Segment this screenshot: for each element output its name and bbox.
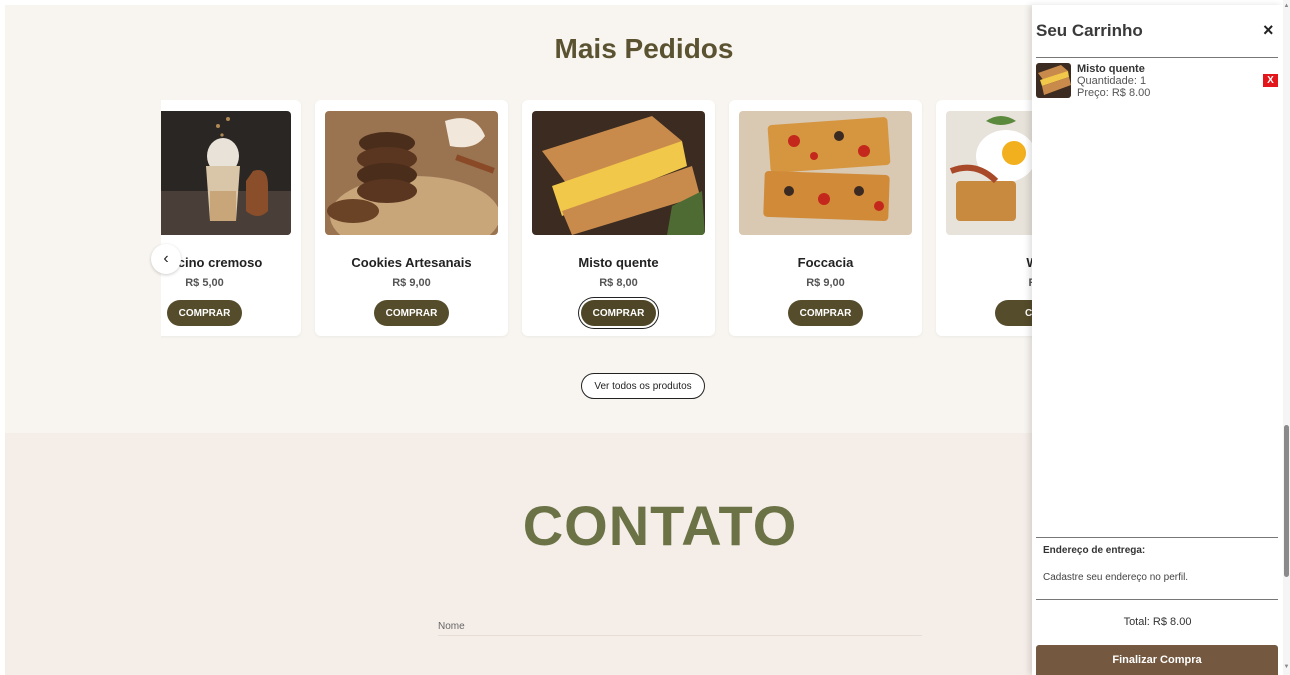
cart-item-name: Misto quente bbox=[1077, 63, 1145, 75]
cart-item-price: Preço: R$ 8.00 bbox=[1077, 87, 1151, 99]
cart-total: Total: R$ 8.00 bbox=[1123, 616, 1192, 628]
product-price: R$ 5,00 bbox=[185, 277, 224, 289]
checkout-button[interactable]: Finalizar Compra bbox=[1036, 645, 1278, 675]
product-name: W bbox=[1026, 255, 1033, 270]
scrollbar[interactable]: ▲ ▼ bbox=[1283, 0, 1290, 675]
product-image-foccacia bbox=[739, 111, 912, 235]
product-image-cappuccino bbox=[161, 111, 291, 235]
cart-item-thumbnail bbox=[1036, 63, 1071, 98]
remove-item-button[interactable]: X bbox=[1263, 74, 1278, 87]
product-name: Misto quente bbox=[578, 255, 659, 270]
close-icon[interactable]: × bbox=[1263, 20, 1274, 41]
product-card: Misto quente R$ 8,00 COMPRAR bbox=[522, 100, 715, 336]
product-card: ppuccino cremoso R$ 5,00 COMPRAR bbox=[161, 100, 301, 336]
product-card: Cookies Artesanais R$ 9,00 COMPRAR bbox=[315, 100, 508, 336]
product-image-misto-quente bbox=[532, 111, 705, 235]
buy-button[interactable]: CO bbox=[995, 300, 1033, 326]
name-field-label: Nome bbox=[438, 621, 465, 632]
divider bbox=[1036, 537, 1278, 538]
scrollbar-thumb[interactable] bbox=[1284, 425, 1289, 577]
name-field[interactable] bbox=[438, 635, 922, 636]
view-all-products-button[interactable]: Ver todos os produtos bbox=[581, 373, 705, 399]
cart-title: Seu Carrinho bbox=[1036, 21, 1143, 40]
address-label: Endereço de entrega: bbox=[1043, 545, 1146, 556]
buy-button[interactable]: COMPRAR bbox=[167, 300, 242, 326]
product-card: Foccacia R$ 9,00 COMPRAR bbox=[729, 100, 922, 336]
cart-item-info: Misto quente Quantidade: 1 Preço: R$ 8.0… bbox=[1077, 63, 1150, 99]
address-text: Cadastre seu endereço no perfil. bbox=[1043, 572, 1189, 583]
divider bbox=[1036, 57, 1278, 58]
scroll-up-icon[interactable]: ▲ bbox=[1283, 3, 1290, 9]
product-price: R bbox=[1028, 277, 1033, 289]
cart-item-quantity: Quantidade: 1 bbox=[1077, 75, 1147, 87]
product-card: W R CO bbox=[936, 100, 1033, 336]
product-image-cookies bbox=[325, 111, 498, 235]
cart-panel: Seu Carrinho × Misto quente Quantidade: … bbox=[1032, 5, 1283, 675]
chevron-left-icon: ‹ bbox=[163, 250, 169, 267]
product-name: Foccacia bbox=[797, 255, 854, 270]
buy-button[interactable]: COMPRAR bbox=[374, 300, 449, 326]
product-price: R$ 8,00 bbox=[599, 277, 638, 289]
divider bbox=[1036, 599, 1278, 600]
scroll-down-icon[interactable]: ▼ bbox=[1283, 664, 1290, 670]
product-price: R$ 9,00 bbox=[806, 277, 845, 289]
buy-button[interactable]: COMPRAR bbox=[581, 300, 656, 326]
buy-button[interactable]: COMPRAR bbox=[788, 300, 863, 326]
product-carousel: ppuccino cremoso R$ 5,00 COMPRAR bbox=[161, 100, 1033, 340]
cart-item: Misto quente Quantidade: 1 Preço: R$ 8.0… bbox=[1036, 63, 1278, 103]
product-price: R$ 9,00 bbox=[392, 277, 431, 289]
product-name: Cookies Artesanais bbox=[351, 255, 472, 270]
product-image-waffle bbox=[946, 111, 1033, 235]
carousel-prev-button[interactable]: ‹ bbox=[151, 244, 181, 274]
product-name: ppuccino cremoso bbox=[161, 255, 263, 270]
